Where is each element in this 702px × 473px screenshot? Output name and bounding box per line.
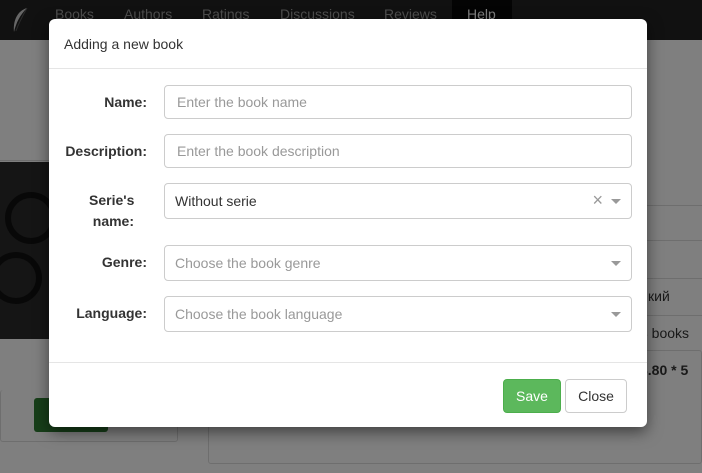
serie-select[interactable]: Without serie × (164, 183, 632, 219)
chevron-down-icon[interactable] (611, 312, 621, 317)
chevron-down-icon[interactable] (611, 199, 621, 204)
name-label: Name: (104, 94, 147, 110)
book-name-input[interactable] (164, 85, 632, 119)
chevron-down-icon[interactable] (611, 261, 621, 266)
close-button[interactable]: Close (565, 379, 627, 413)
serie-selected-value: Without serie (175, 193, 257, 209)
description-label: Description: (65, 143, 147, 159)
language-label: Language: (76, 305, 147, 321)
add-book-modal: Adding a new book Name: Description: Ser… (49, 19, 647, 427)
serie-label: Serie's name: (89, 192, 135, 229)
modal-footer: Save Close (49, 362, 647, 427)
genre-placeholder: Choose the book genre (175, 255, 321, 271)
language-placeholder: Choose the book language (175, 306, 343, 322)
genre-select[interactable]: Choose the book genre (164, 245, 632, 281)
clear-icon[interactable]: × (592, 191, 603, 209)
book-description-input[interactable] (164, 134, 632, 168)
language-select[interactable]: Choose the book language (164, 296, 632, 332)
genre-label: Genre: (101, 254, 147, 270)
save-button[interactable]: Save (503, 379, 561, 413)
modal-title: Adding a new book (64, 36, 184, 52)
modal-header: Adding a new book (49, 19, 647, 69)
